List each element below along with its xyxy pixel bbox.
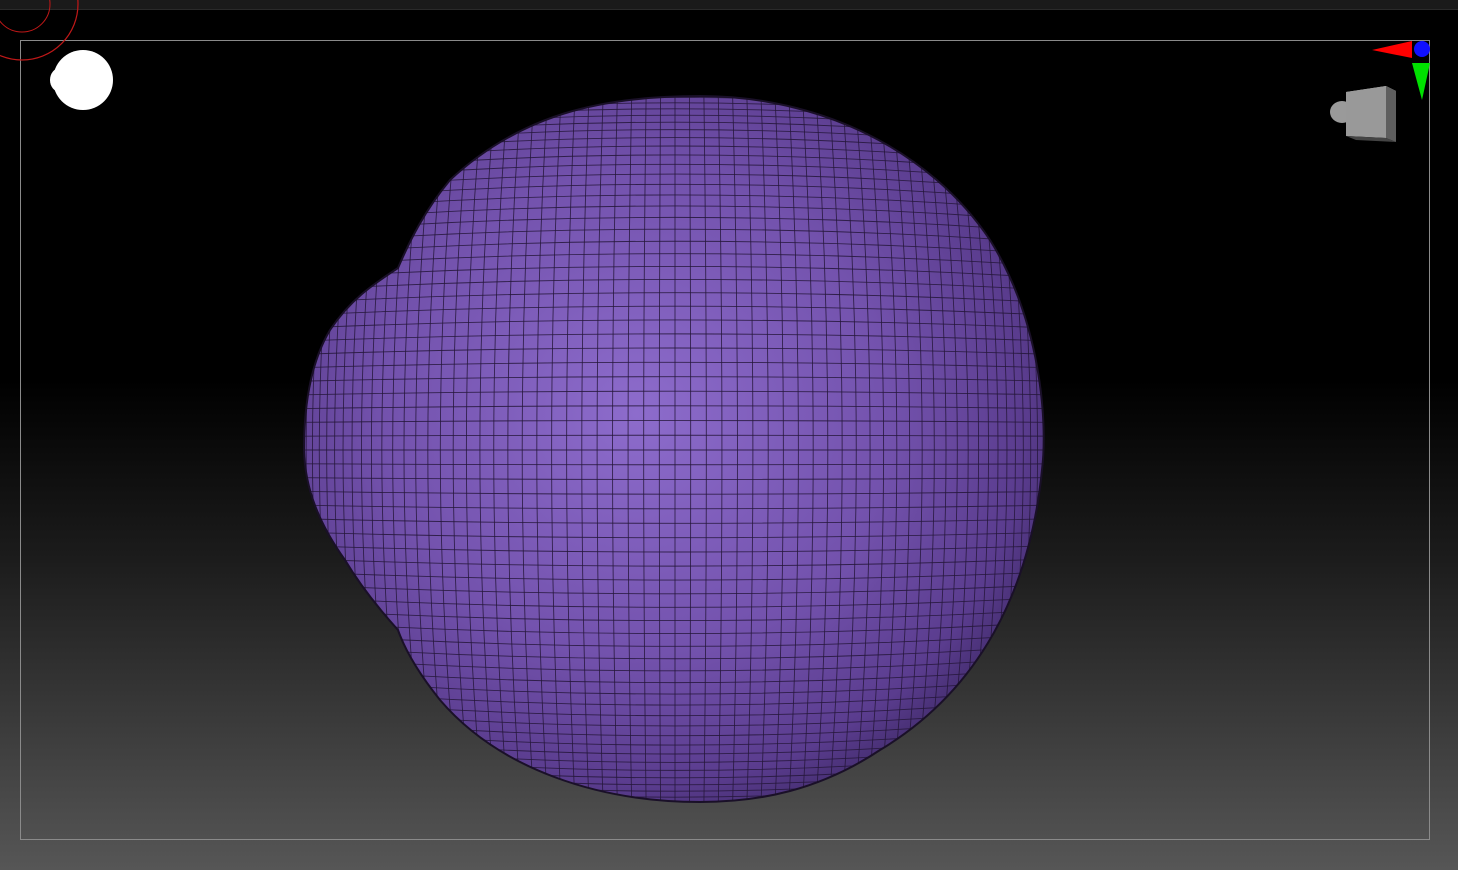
navigation-gizmo[interactable] [1320, 36, 1440, 156]
white-color-swatch-icon[interactable] [48, 48, 114, 112]
purple-sphere-mesh[interactable] [255, 70, 1095, 830]
navigation-cube-icon[interactable] [1330, 86, 1396, 142]
sculpt-viewport[interactable] [0, 0, 1458, 870]
